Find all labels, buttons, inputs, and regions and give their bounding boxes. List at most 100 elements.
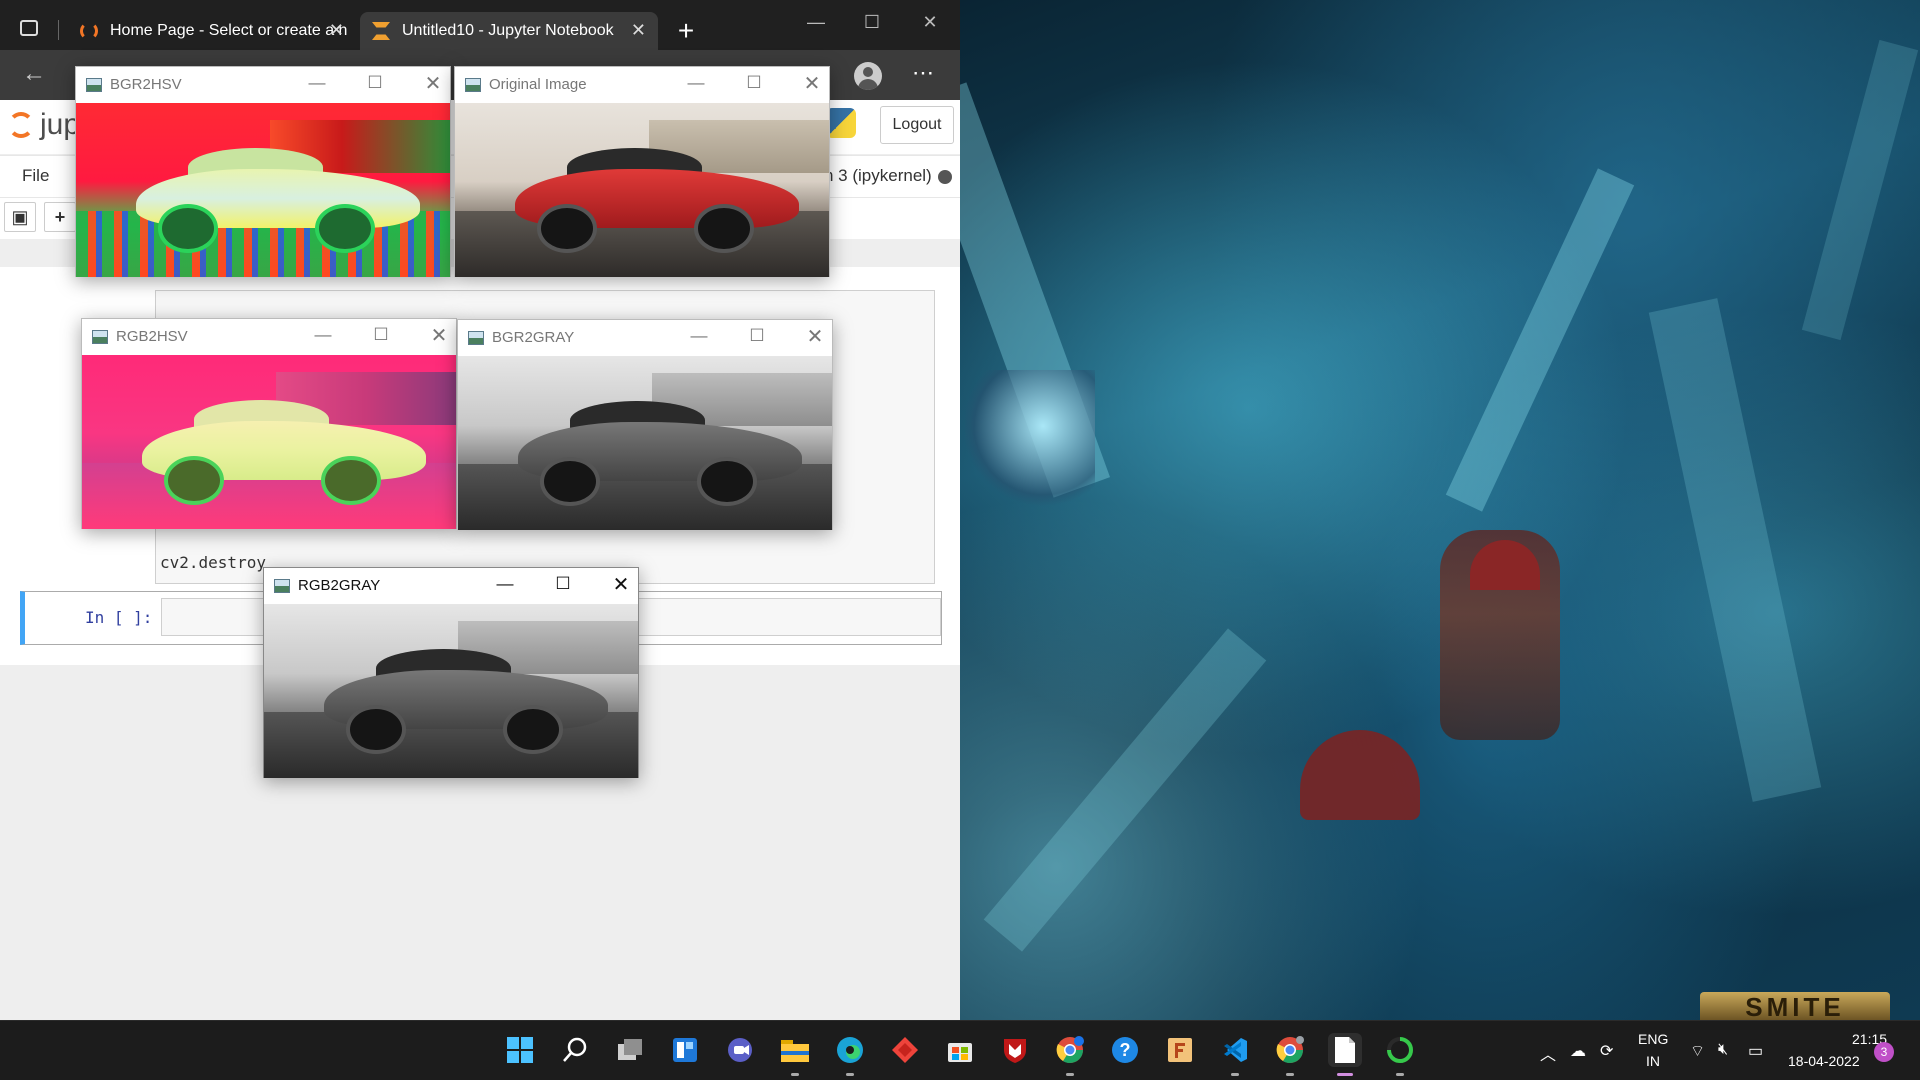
- wifi-icon[interactable]: ⌔: [1690, 1041, 1705, 1061]
- close-icon[interactable]: ✕: [631, 20, 646, 41]
- edge-icon[interactable]: [833, 1033, 867, 1076]
- minimize-icon[interactable]: —: [681, 73, 711, 93]
- tab-label: Untitled10 - Jupyter Notebook: [402, 22, 614, 39]
- tab-untitled10[interactable]: Untitled10 - Jupyter Notebook ✕: [360, 12, 658, 50]
- jupyter-logo[interactable]: jup: [8, 108, 80, 142]
- volume-muted-icon[interactable]: 🔇︎: [1718, 1041, 1728, 1059]
- close-icon[interactable]: ✕: [800, 324, 830, 349]
- anydesk-icon[interactable]: [888, 1033, 922, 1067]
- loading-app-icon[interactable]: [1383, 1033, 1417, 1076]
- chrome-icon[interactable]: [1053, 1033, 1087, 1076]
- sync-icon[interactable]: ⟳: [1600, 1041, 1613, 1061]
- cv-window-title: RGB2HSV: [116, 328, 188, 345]
- mcafee-icon[interactable]: [998, 1033, 1032, 1067]
- desktop-wallpaper: [960, 0, 1920, 1020]
- profile-avatar-icon[interactable]: [854, 62, 882, 90]
- car-image-bgr2gray: [458, 356, 832, 530]
- cv-window-titlebar[interactable]: BGR2HSV — ☐ ✕: [76, 67, 450, 103]
- jupyter-logo-icon: [8, 112, 34, 138]
- svg-text:?: ?: [1120, 1040, 1131, 1060]
- help-icon[interactable]: ?: [1108, 1033, 1142, 1067]
- new-tab-button[interactable]: +: [668, 14, 704, 50]
- maximize-icon[interactable]: ☐: [366, 325, 396, 345]
- maximize-button[interactable]: ☐: [852, 12, 892, 33]
- image-app-icon: [274, 579, 290, 593]
- cv-window-titlebar[interactable]: Original Image — ☐ ✕: [455, 67, 829, 103]
- minimize-icon[interactable]: —: [684, 326, 714, 346]
- close-icon[interactable]: ✕: [797, 71, 827, 96]
- car-image-original: [455, 103, 829, 277]
- maximize-icon[interactable]: ☐: [742, 326, 772, 346]
- insert-cell-icon[interactable]: +: [44, 202, 76, 232]
- image-app-icon: [465, 78, 481, 92]
- back-arrow-icon[interactable]: ←: [22, 60, 46, 88]
- game-logo: SMITE: [1700, 992, 1890, 1020]
- minimize-icon[interactable]: —: [308, 325, 338, 345]
- kernel-name: n 3 (ipykernel): [824, 166, 932, 185]
- car-image-bgr2hsv: [76, 103, 450, 277]
- cv-window-title: BGR2GRAY: [492, 329, 575, 346]
- cv-window-title: BGR2HSV: [110, 76, 182, 93]
- maximize-icon[interactable]: ☐: [360, 73, 390, 93]
- python-logo-icon: [826, 108, 856, 138]
- language-indicator[interactable]: ENG: [1638, 1031, 1668, 1047]
- clock-date[interactable]: 18-04-2022: [1788, 1053, 1860, 1069]
- logout-button[interactable]: Logout: [880, 106, 954, 144]
- cv-window-rgb2gray[interactable]: RGB2GRAY — ☐ ✕: [263, 567, 639, 778]
- cv-window-titlebar[interactable]: RGB2HSV — ☐ ✕: [82, 319, 456, 355]
- notification-badge[interactable]: 3: [1874, 1042, 1894, 1062]
- close-icon[interactable]: ✕: [329, 20, 344, 41]
- image-app-icon: [86, 78, 102, 92]
- image-app-icon: [92, 330, 108, 344]
- kernel-status-indicator: [938, 170, 952, 184]
- chevron-up-icon[interactable]: ︿: [1540, 1041, 1556, 1065]
- close-icon[interactable]: ✕: [606, 572, 636, 597]
- onedrive-icon[interactable]: ☁: [1570, 1041, 1586, 1061]
- cv-window-original[interactable]: Original Image — ☐ ✕: [454, 66, 830, 277]
- vscode-icon[interactable]: [1218, 1033, 1252, 1076]
- minimize-button[interactable]: —: [796, 12, 836, 33]
- minimize-icon[interactable]: —: [490, 574, 520, 594]
- code-line: cv2.destroy: [160, 553, 266, 572]
- input-prompt: In [ ]:: [85, 608, 153, 627]
- minimize-icon[interactable]: —: [302, 73, 332, 93]
- start-icon[interactable]: [503, 1033, 537, 1067]
- file-explorer-icon[interactable]: [778, 1033, 812, 1076]
- tab-home-page[interactable]: Home Page - Select or create a n ✕: [68, 12, 356, 50]
- jupyter-icon: [80, 22, 98, 40]
- tab-actions-icon[interactable]: [20, 20, 38, 36]
- cv-window-bgr2gray[interactable]: BGR2GRAY — ☐ ✕: [457, 319, 833, 530]
- language-region[interactable]: IN: [1646, 1053, 1660, 1069]
- cv-window-rgb2hsv[interactable]: RGB2HSV — ☐ ✕: [81, 318, 457, 529]
- tab-bar: Home Page - Select or create a n ✕ Untit…: [0, 0, 960, 50]
- cv-window-titlebar[interactable]: BGR2GRAY — ☐ ✕: [458, 320, 832, 356]
- taskbar: ? ︿ ☁ ⟳ ENG IN ⌔ 🔇︎ ▭ 21:15 18-04-2022 3: [0, 1020, 1920, 1080]
- widgets-icon[interactable]: [668, 1033, 702, 1067]
- more-options-icon[interactable]: ⋯: [912, 60, 934, 86]
- chrome-dev-icon[interactable]: [1273, 1033, 1307, 1076]
- save-icon[interactable]: ▣: [4, 202, 36, 232]
- image-app-icon: [468, 331, 484, 345]
- close-icon[interactable]: ✕: [424, 323, 454, 348]
- tab-divider: [58, 20, 59, 40]
- store-icon[interactable]: [943, 1033, 977, 1067]
- search-icon[interactable]: [558, 1033, 592, 1067]
- app-f-icon[interactable]: [1163, 1033, 1197, 1067]
- tab-label: Home Page - Select or create a n: [110, 22, 348, 39]
- car-image-rgb2hsv: [82, 355, 456, 529]
- hourglass-icon: [372, 22, 390, 40]
- cv-window-bgr2hsv[interactable]: BGR2HSV — ☐ ✕: [75, 66, 451, 277]
- menu-file[interactable]: File: [22, 166, 49, 186]
- cv-window-titlebar[interactable]: RGB2GRAY — ☐ ✕: [264, 568, 638, 604]
- cv-window-title: Original Image: [489, 76, 587, 93]
- task-view-icon[interactable]: [613, 1033, 647, 1067]
- car-image-rgb2gray: [264, 604, 638, 778]
- close-icon[interactable]: ✕: [418, 71, 448, 96]
- wallpaper-glowing-hand: [965, 370, 1095, 510]
- maximize-icon[interactable]: ☐: [548, 574, 578, 594]
- battery-icon[interactable]: ▭: [1748, 1041, 1763, 1061]
- close-button[interactable]: ✕: [910, 12, 950, 33]
- teams-chat-icon[interactable]: [723, 1033, 757, 1067]
- notepad-icon[interactable]: [1328, 1033, 1362, 1076]
- maximize-icon[interactable]: ☐: [739, 73, 769, 93]
